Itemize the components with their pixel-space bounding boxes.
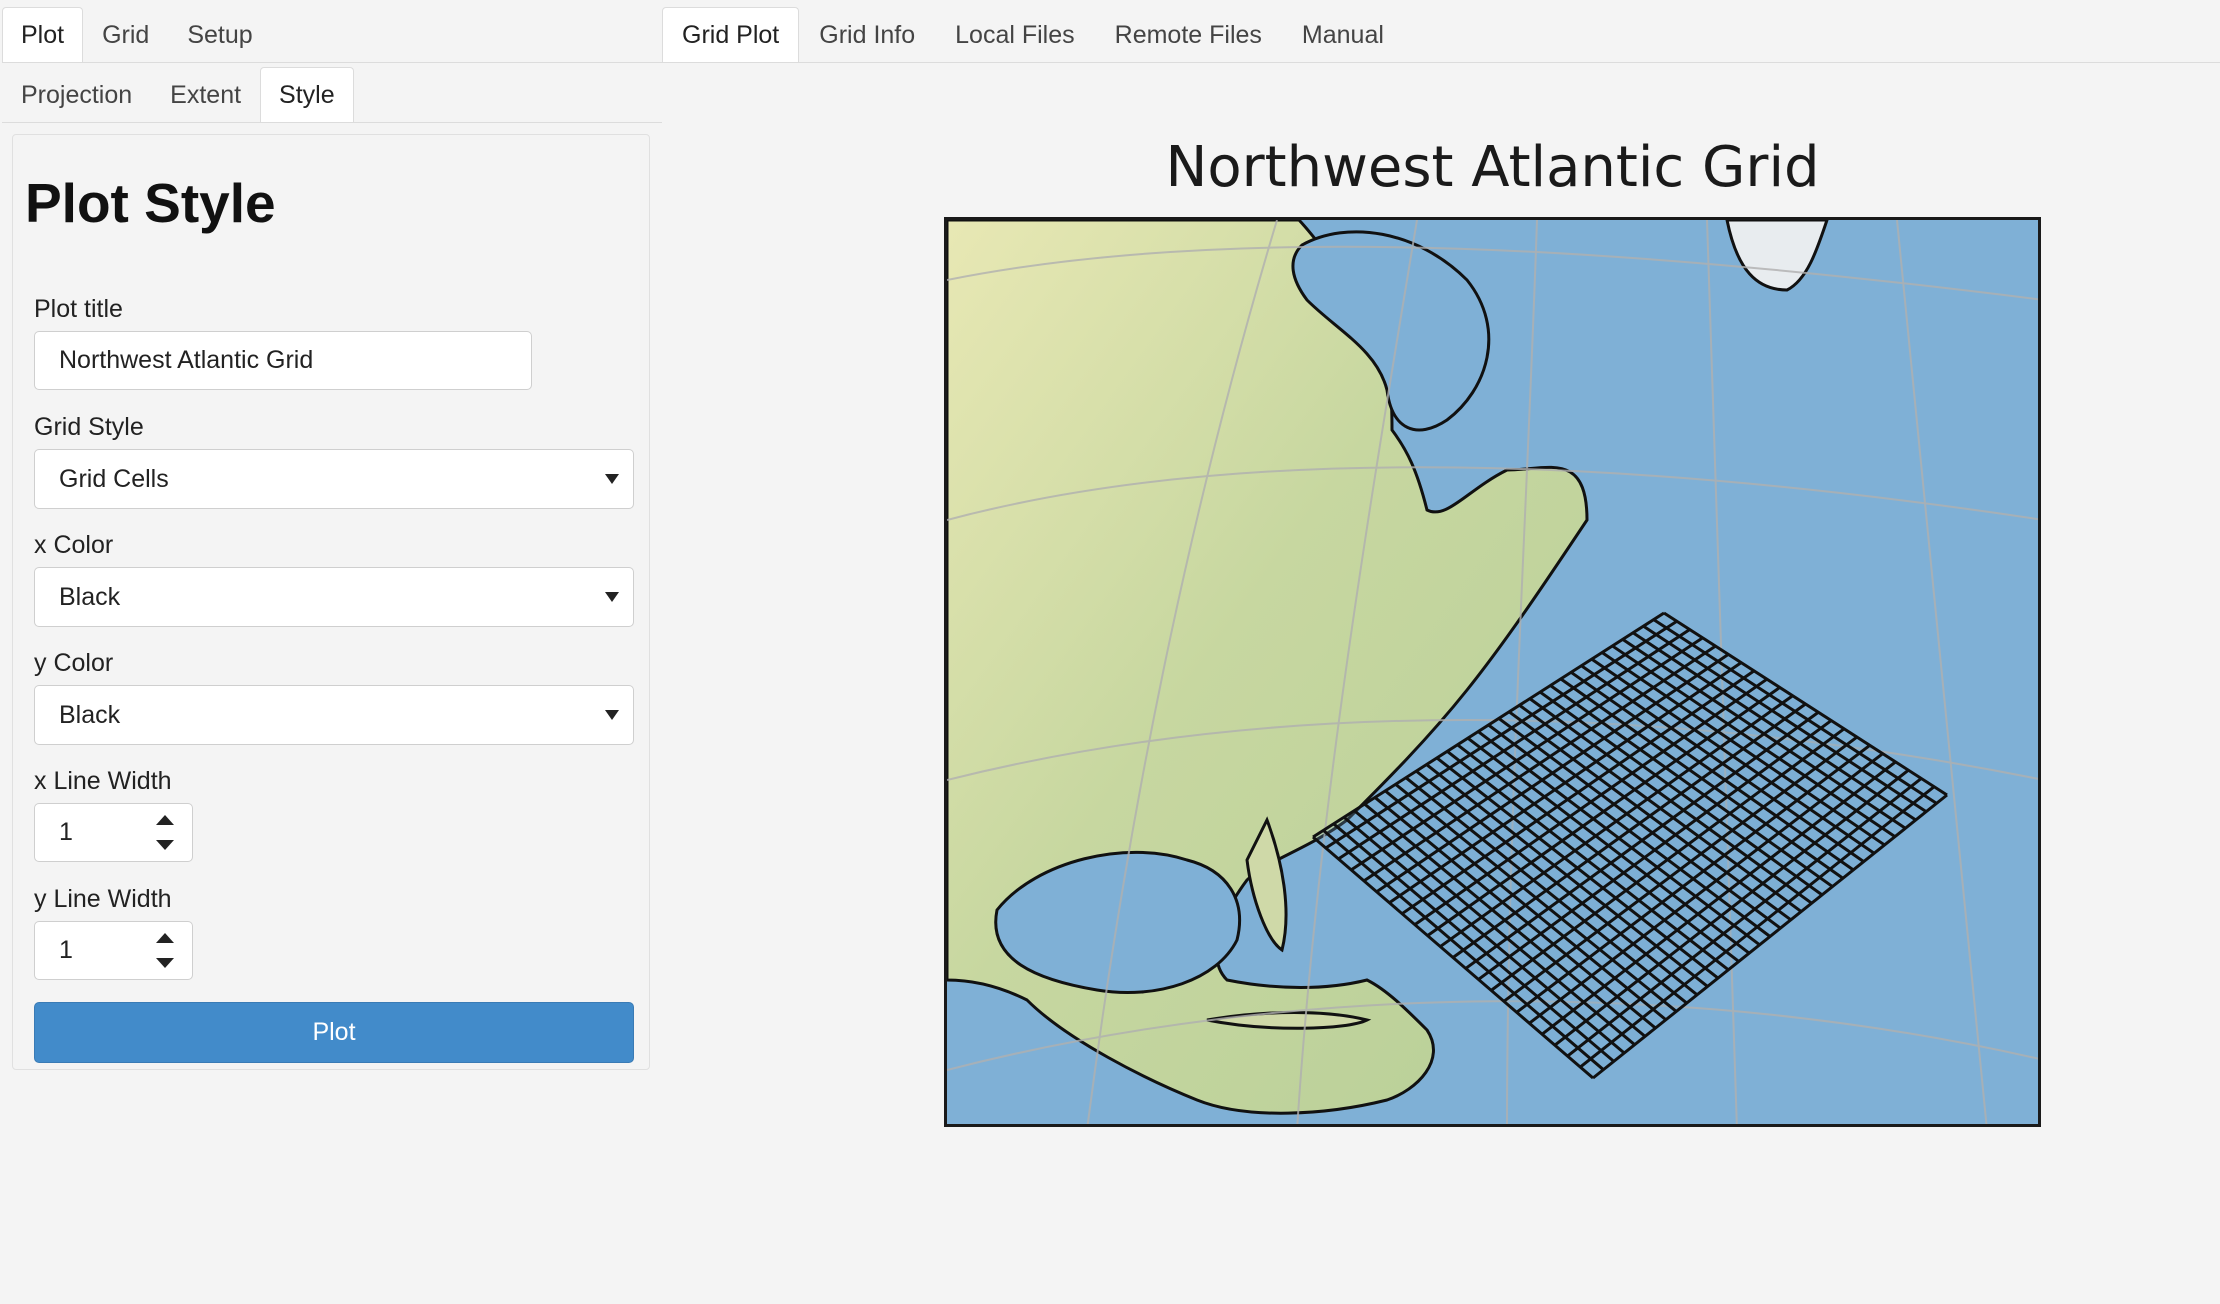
y-color-select[interactable]: Black — [34, 685, 634, 745]
grid-style-label: Grid Style — [34, 413, 144, 441]
grid-style-select[interactable]: Grid Cells — [34, 449, 634, 509]
sub-tab-bar: Projection Extent Style — [2, 67, 662, 123]
y-color-value: Black — [59, 700, 121, 729]
left-tab-bar: Plot Grid Setup — [2, 7, 662, 63]
y-line-width-value: 1 — [59, 936, 73, 964]
tab-extent[interactable]: Extent — [151, 67, 260, 122]
tab-setup[interactable]: Setup — [168, 7, 271, 62]
plot-title: Northwest Atlantic Grid — [1165, 135, 1820, 200]
tab-projection[interactable]: Projection — [2, 67, 151, 122]
spin-down-icon[interactable] — [156, 958, 174, 968]
grid-style-value: Grid Cells — [59, 464, 169, 493]
y-color-label: y Color — [34, 649, 114, 677]
plot-title-input[interactable]: Northwest Atlantic Grid — [34, 331, 532, 390]
x-color-select[interactable]: Black — [34, 567, 634, 627]
plot-button[interactable]: Plot — [34, 1002, 634, 1063]
caret-down-icon — [605, 474, 619, 484]
plot-style-panel: Plot Style Plot title Northwest Atlantic… — [12, 134, 650, 1070]
x-color-label: x Color — [34, 531, 114, 559]
panel-heading: Plot Style — [25, 172, 276, 234]
tab-grid[interactable]: Grid — [83, 7, 168, 62]
tab-plot[interactable]: Plot — [2, 7, 84, 62]
tab-manual[interactable]: Manual — [1282, 7, 1404, 62]
x-color-value: Black — [59, 582, 121, 611]
tab-local-files[interactable]: Local Files — [935, 7, 1095, 62]
y-line-width-input[interactable]: 1 — [34, 921, 193, 980]
map-svg — [947, 220, 2038, 1124]
grid-map — [944, 217, 2041, 1127]
spin-down-icon[interactable] — [156, 840, 174, 850]
plot-title-label: Plot title — [34, 295, 123, 323]
x-line-width-input[interactable]: 1 — [34, 803, 193, 862]
spin-up-icon[interactable] — [156, 815, 174, 825]
x-line-width-value: 1 — [59, 818, 73, 846]
x-line-width-label: x Line Width — [34, 767, 172, 795]
tab-grid-plot[interactable]: Grid Plot — [662, 7, 800, 62]
main-tab-bar: Grid Plot Grid Info Local Files Remote F… — [662, 7, 2220, 63]
caret-down-icon — [605, 592, 619, 602]
tab-remote-files[interactable]: Remote Files — [1095, 7, 1282, 62]
y-line-width-label: y Line Width — [34, 885, 172, 913]
tab-style[interactable]: Style — [260, 67, 354, 122]
tab-grid-info[interactable]: Grid Info — [799, 7, 935, 62]
greenland — [1725, 220, 1829, 292]
caret-down-icon — [605, 710, 619, 720]
spin-up-icon[interactable] — [156, 933, 174, 943]
